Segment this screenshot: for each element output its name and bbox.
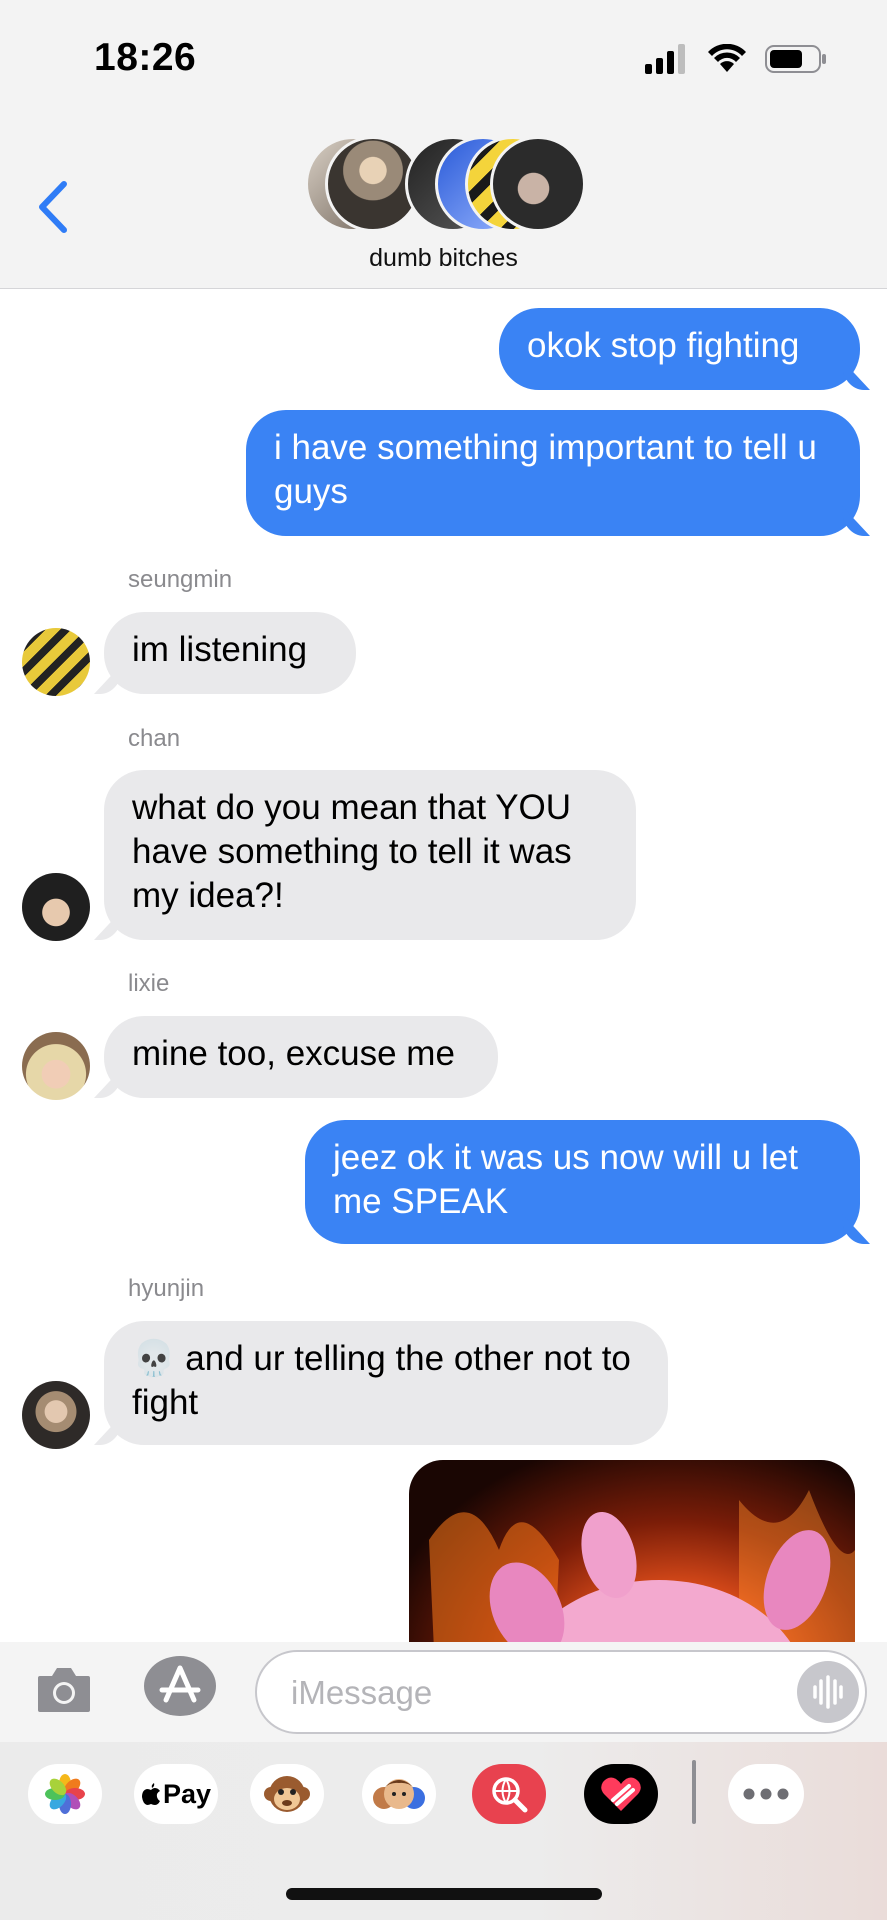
monkey-icon (264, 1776, 310, 1812)
group-name[interactable]: dumb bitches (0, 244, 887, 273)
cellular-signal-icon (645, 44, 685, 74)
avatar-chan[interactable] (22, 873, 90, 941)
outgoing-message[interactable]: i have something important to tell u guy… (246, 410, 860, 536)
status-icons (645, 42, 827, 76)
photos-app-button[interactable] (28, 1764, 102, 1824)
more-apps-button[interactable] (728, 1764, 804, 1824)
ellipsis-icon (743, 1788, 789, 1800)
audio-message-button[interactable] (797, 1661, 859, 1723)
app-store-button[interactable] (144, 1656, 216, 1716)
avatar-seungmin[interactable] (22, 628, 90, 696)
imessage-placeholder: iMessage (291, 1674, 433, 1711)
incoming-message[interactable]: mine too, excuse me (104, 1016, 498, 1098)
home-indicator[interactable] (286, 1888, 602, 1900)
app-store-icon (159, 1665, 201, 1703)
outgoing-message[interactable]: okok stop fighting (499, 308, 860, 390)
heart-icon (601, 1777, 641, 1811)
sender-name: seungmin (128, 566, 233, 593)
digital-touch-app-button[interactable] (584, 1764, 658, 1824)
image-search-app-button[interactable] (472, 1764, 546, 1824)
conversation-header: 18:26 dumb bitches (0, 0, 887, 289)
globe-search-icon (492, 1777, 528, 1813)
wifi-icon (708, 44, 746, 72)
sender-name: chan (128, 725, 181, 752)
outgoing-message[interactable]: jeez ok it was us now will u let me SPEA… (305, 1120, 860, 1244)
sender-name: lixie (128, 970, 170, 997)
group-avatar-stack[interactable] (305, 136, 586, 232)
waveform-icon (813, 1675, 843, 1709)
drawer-divider (692, 1760, 696, 1824)
status-time: 18:26 (94, 36, 197, 79)
sender-name: hyunjin (128, 1275, 205, 1302)
battery-icon (765, 45, 826, 73)
avatar-lixie[interactable] (22, 1032, 90, 1100)
imessage-input[interactable]: iMessage (255, 1650, 867, 1734)
camera-icon[interactable] (36, 1664, 92, 1714)
avatar-hyunjin[interactable] (22, 1381, 90, 1449)
incoming-message[interactable]: what do you mean that YOU have something… (104, 770, 636, 940)
memoji-icon (373, 1779, 425, 1809)
incoming-message[interactable]: im listening (104, 612, 356, 694)
group-member-avatar (490, 136, 586, 232)
apple-pay-button[interactable]: Pay (134, 1764, 218, 1824)
compose-bar: iMessage (0, 1642, 887, 1742)
apple-logo-icon (141, 1783, 160, 1805)
incoming-message[interactable]: 💀 and ur telling the other not to fight (104, 1321, 668, 1445)
animoji-app-button[interactable] (250, 1764, 324, 1824)
photos-icon (45, 1774, 85, 1814)
apple-pay-label: Pay (162, 1778, 212, 1809)
memoji-app-button[interactable] (362, 1764, 436, 1824)
back-chevron-icon[interactable] (30, 172, 80, 242)
